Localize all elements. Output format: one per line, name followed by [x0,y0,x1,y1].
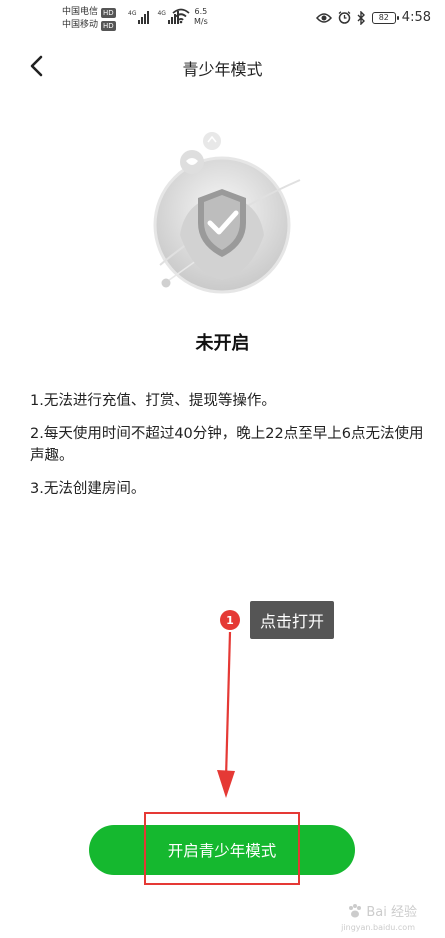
status-bar: 中国电信 HD 中国移动 HD 4G 4G 6.5 M/s 82 4:58 [0,0,445,40]
shield-hands-illustration [153,132,301,294]
carrier-2-name: 中国移动 [62,20,99,30]
battery-icon: 82 [371,11,399,24]
network-speed-unit: M/s [194,17,208,26]
paw-icon [349,903,362,917]
signal-strength-icon: 4G [128,10,150,24]
battery-level: 82 [378,13,389,22]
baidu-watermark: Bai 经验 [347,901,417,920]
watermark-text: Bai 经验 [366,905,417,920]
carrier-info: 中国电信 HD 中国移动 HD [62,6,116,32]
bluetooth-icon [357,10,365,25]
watermark-url: jingyan.baidu.com [341,923,415,932]
status-right: 82 4:58 [315,10,431,25]
rule-item: 2.每天使用时间不超过40分钟，晚上22点至早上6点无法使用声趣。 [30,426,424,464]
mode-status-text: 未开启 [195,333,250,354]
eye-icon [315,12,332,23]
enable-teen-mode-button[interactable]: 开启青少年模式 [89,825,355,875]
alarm-icon [338,11,351,24]
step-number-badge: 1 [220,610,240,630]
annotation-label: 点击打开 [250,601,335,639]
rule-item: 3.无法创建房间。 [30,481,146,497]
carrier-1-name: 中国电信 [62,7,99,17]
page-title: 青少年模式 [182,60,263,79]
rules-list: 1.无法进行充值、打赏、提现等操作。 2.每天使用时间不超过40分钟，晚上22点… [30,390,425,511]
network-speed: 6.5 M/s [194,7,208,27]
wifi-icon [172,8,190,24]
hd-badge: HD [101,20,116,31]
nav-bar: 青少年模式 [0,44,445,88]
arrow-down-icon [217,631,235,798]
hd-badge: HD [101,7,116,18]
rule-item: 1.无法进行充值、打赏、提现等操作。 [30,393,276,409]
clock: 4:58 [401,10,431,25]
network-speed-value: 6.5 [194,7,208,16]
